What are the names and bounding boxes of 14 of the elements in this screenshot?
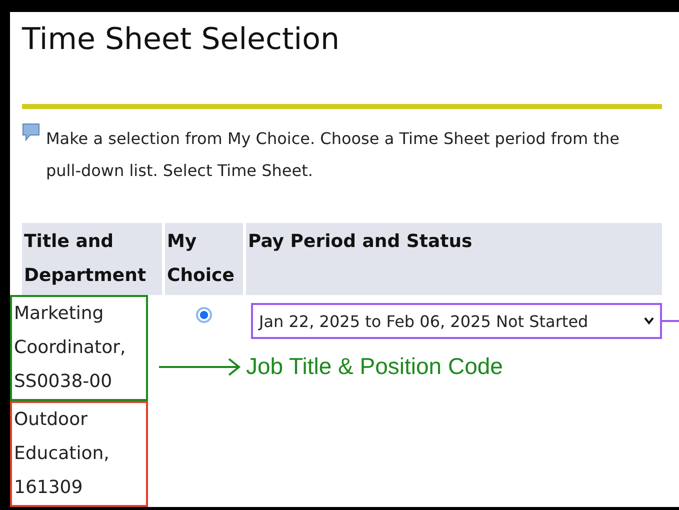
radio-button[interactable] — [196, 307, 212, 323]
column-header: Title and Department — [22, 223, 162, 295]
pay-period-dropdown[interactable]: Jan 22, 2025 to Feb 06, 2025 Not Started — [251, 303, 662, 339]
job-title-cell: Marketing Coordinator, SS0038-00 — [10, 295, 148, 401]
leader-line — [662, 320, 679, 322]
speech-bubble-icon — [22, 123, 40, 143]
column-header: My Choice — [165, 223, 243, 295]
arrow-icon — [159, 357, 243, 377]
chevron-down-icon — [644, 317, 654, 325]
instruction-text: Make a selection from My Choice. Choose a Time Sheet period from the pull-down list. Select Time Sheet. — [46, 128, 620, 182]
department-cell: Outdoor Education, 161309 — [10, 401, 148, 507]
annotation-label: Job Title & Position Code — [246, 353, 504, 380]
page-title: Time Sheet Selection — [22, 21, 340, 59]
column-header: Pay Period and Status — [246, 223, 662, 295]
